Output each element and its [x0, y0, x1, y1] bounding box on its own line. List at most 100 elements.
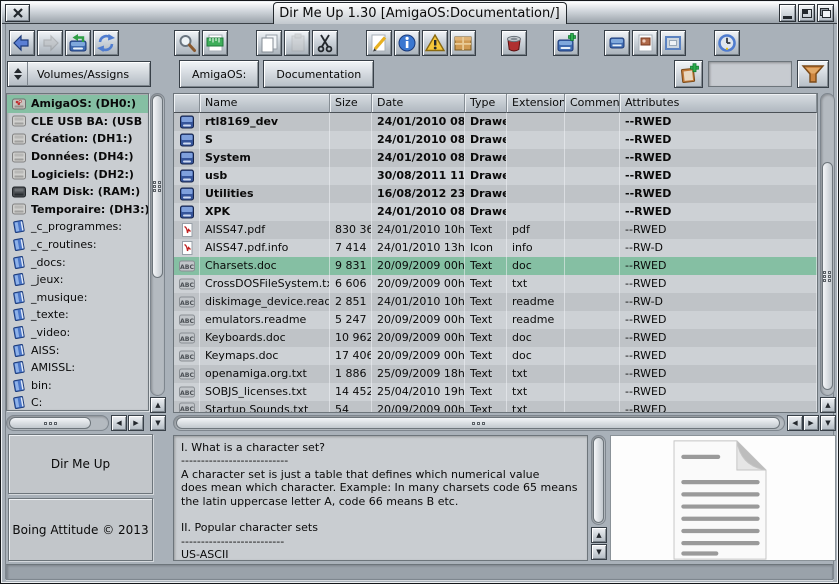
filter-button[interactable]: [797, 60, 829, 88]
sidebar-scroll-left-button[interactable]: ◀: [111, 415, 127, 431]
column-header-name[interactable]: Name: [200, 94, 330, 113]
size-cell: 2 851: [330, 293, 372, 311]
drawer-icon: [179, 133, 195, 147]
table-hscrollbar[interactable]: [173, 415, 785, 431]
window-tools-button[interactable]: [660, 30, 686, 56]
sidebar-item-ramdiskram[interactable]: RAM Disk: (RAM:): [7, 183, 148, 201]
column-header-extension[interactable]: Extension: [507, 94, 565, 113]
sidebar-item-video[interactable]: _video:: [7, 324, 148, 342]
archive-button[interactable]: [450, 30, 476, 56]
sidebar-item-donnesdh4[interactable]: Données: (DH4:): [7, 148, 148, 166]
comment-cell: [565, 347, 620, 365]
table-row-usb[interactable]: usb30/08/2011 11h14Drawer--RWED: [174, 167, 817, 185]
add-bookmark-button[interactable]: [674, 60, 703, 88]
sidebar-item-musique[interactable]: _musique:: [7, 289, 148, 307]
sidebar-item-temporairedh3[interactable]: Temporaire: (DH3:): [7, 201, 148, 219]
table-row-s[interactable]: S24/01/2010 08h59Drawer--RWED: [174, 131, 817, 149]
information-button[interactable]: [394, 30, 420, 56]
table-vscroll-handle[interactable]: [822, 162, 833, 390]
volumes-assigns-cycle[interactable]: Volumes/Assigns: [7, 61, 151, 87]
sidebar-vscroll-handle[interactable]: [152, 95, 163, 278]
copy-button[interactable]: [256, 30, 282, 56]
attributes-cell: --RWED: [620, 365, 817, 383]
column-header-type[interactable]: Type: [465, 94, 507, 113]
breadcrumb-documentation[interactable]: Documentation: [263, 60, 374, 88]
disk-tools-button[interactable]: [604, 30, 630, 56]
close-button[interactable]: [5, 4, 30, 22]
table-row-charsetsdoc[interactable]: ABCCharsets.doc9 83120/09/2009 00h03Text…: [174, 257, 817, 275]
table-row-sobjslicensestxt[interactable]: ABCSOBJS_licenses.txt14 45225/04/2010 19…: [174, 383, 817, 401]
table-row-utilities[interactable]: Utilities16/08/2012 23h01Drawer--RWED: [174, 185, 817, 203]
table-scroll-down-button[interactable]: ▼: [820, 415, 836, 431]
new-drawer-button[interactable]: [553, 30, 579, 56]
column-header-date[interactable]: Date: [372, 94, 465, 113]
table-row-keymapsdoc[interactable]: ABCKeymaps.doc17 40620/09/2009 00h03Text…: [174, 347, 817, 365]
depth-button[interactable]: [817, 4, 834, 22]
table-scroll-right-button[interactable]: ▶: [803, 415, 819, 431]
filter-input[interactable]: [708, 61, 792, 87]
sidebar-scroll-up-button[interactable]: ▲: [150, 397, 166, 413]
preview-vscroll-handle[interactable]: [593, 437, 604, 523]
history-button[interactable]: [714, 30, 740, 56]
table-vscrollbar[interactable]: [820, 93, 835, 396]
sidebar-item-logicielsdh2[interactable]: Logiciels: (DH2:): [7, 165, 148, 183]
column-header-comment[interactable]: Comment: [565, 94, 620, 113]
table-row-aiss47pdfinfo[interactable]: AISS47.pdf.info7 41424/01/2010 13h38Icon…: [174, 239, 817, 257]
preview-scroll-up-button[interactable]: ▲: [591, 527, 607, 543]
sidebar-scroll-right-button[interactable]: ▶: [128, 415, 144, 431]
column-header-icon[interactable]: [174, 94, 200, 113]
table-row-crossdosfilesystemtxt[interactable]: ABCCrossDOSFileSystem.txt6 60620/09/2009…: [174, 275, 817, 293]
preview-scroll-down-button[interactable]: ▼: [591, 544, 607, 560]
sidebar-item-jeux[interactable]: _jeux:: [7, 271, 148, 289]
sidebar-item-aiss[interactable]: AISS:: [7, 341, 148, 359]
sidebar-item-bin[interactable]: bin:: [7, 377, 148, 395]
table-scroll-left-button[interactable]: ◀: [787, 415, 803, 431]
sidebar-item-amigaosdh0[interactable]: AmigaOS: (DH0:): [7, 95, 148, 113]
snapshot-button[interactable]: [632, 30, 658, 56]
search-button[interactable]: [174, 30, 200, 56]
sidebar-item-texte[interactable]: _texte:: [7, 306, 148, 324]
column-header-size[interactable]: Size: [330, 94, 372, 113]
refresh-button[interactable]: [93, 30, 119, 56]
sidebar-vscrollbar[interactable]: [150, 93, 165, 396]
delete-button[interactable]: [501, 30, 527, 56]
sidebar-item-docs[interactable]: _docs:: [7, 253, 148, 271]
sidebar-item-cleusbbausb[interactable]: CLE USB BA: (USB: [7, 113, 148, 131]
table-row-diskimagedevicereadme[interactable]: ABCdiskimage_device.readme2 85124/01/201…: [174, 293, 817, 311]
type-cell: Drawer: [465, 131, 507, 149]
view-list-button[interactable]: [202, 30, 228, 56]
table-row-xpk[interactable]: XPK24/01/2010 08h59Drawer--RWED: [174, 203, 817, 221]
table-row-system[interactable]: System24/01/2010 08h59Drawer--RWED: [174, 149, 817, 167]
sidebar-item-c[interactable]: C:: [7, 394, 148, 411]
table-row-aiss47pdf[interactable]: AISS47.pdf830 36424/01/2010 10h18Textpdf…: [174, 221, 817, 239]
warning-icon: [425, 33, 445, 53]
table-row-openamigaorgtxt[interactable]: ABCopenamiga.org.txt1 88625/09/2009 18h2…: [174, 365, 817, 383]
sidebar-hscrollbar[interactable]: [6, 415, 109, 431]
parent-drawer-button[interactable]: [65, 30, 91, 56]
table-hscroll-handle[interactable]: [176, 417, 780, 429]
preview-vscrollbar[interactable]: [591, 435, 606, 525]
sidebar-scroll-down-button[interactable]: ▼: [150, 415, 166, 431]
sidebar-item-amissl[interactable]: AMISSL:: [7, 359, 148, 377]
type-cell: Text: [465, 383, 507, 401]
cut-button[interactable]: [312, 30, 338, 56]
sidebar-item-croutines[interactable]: _c_routines:: [7, 236, 148, 254]
iconify-button[interactable]: [779, 4, 796, 22]
table-row-keyboardsdoc[interactable]: ABCKeyboards.doc10 96220/09/2009 00h03Te…: [174, 329, 817, 347]
date-cell: 24/01/2010 08h59: [372, 131, 465, 149]
table-row-rtl8169dev[interactable]: rtl8169_dev24/01/2010 08h59Drawer--RWED: [174, 113, 817, 131]
zoom-button[interactable]: [798, 4, 815, 22]
comment-button[interactable]: [422, 30, 448, 56]
titlebar[interactable]: Dir Me Up 1.30 [AmigaOS:Documentation/]: [2, 2, 837, 24]
table-scroll-up-button[interactable]: ▲: [820, 397, 836, 413]
breadcrumb-amigaos[interactable]: AmigaOS:: [179, 60, 259, 88]
column-header-attributes[interactable]: Attributes: [620, 94, 817, 113]
sidebar-item-crationdh1[interactable]: Création: (DH1:): [7, 130, 148, 148]
table-row-emulatorsreadme[interactable]: ABCemulators.readme5 24720/09/2009 00h03…: [174, 311, 817, 329]
comment-cell: [565, 383, 620, 401]
back-button[interactable]: [9, 30, 35, 56]
sidebar-hscroll-handle[interactable]: [9, 417, 91, 429]
sidebar-item-cprogrammes[interactable]: _c_programmes:: [7, 218, 148, 236]
table-row-startupsoundstxt[interactable]: ABCStartup Sounds.txt5420/09/2009 00h03T…: [174, 401, 817, 413]
rename-button[interactable]: [366, 30, 392, 56]
